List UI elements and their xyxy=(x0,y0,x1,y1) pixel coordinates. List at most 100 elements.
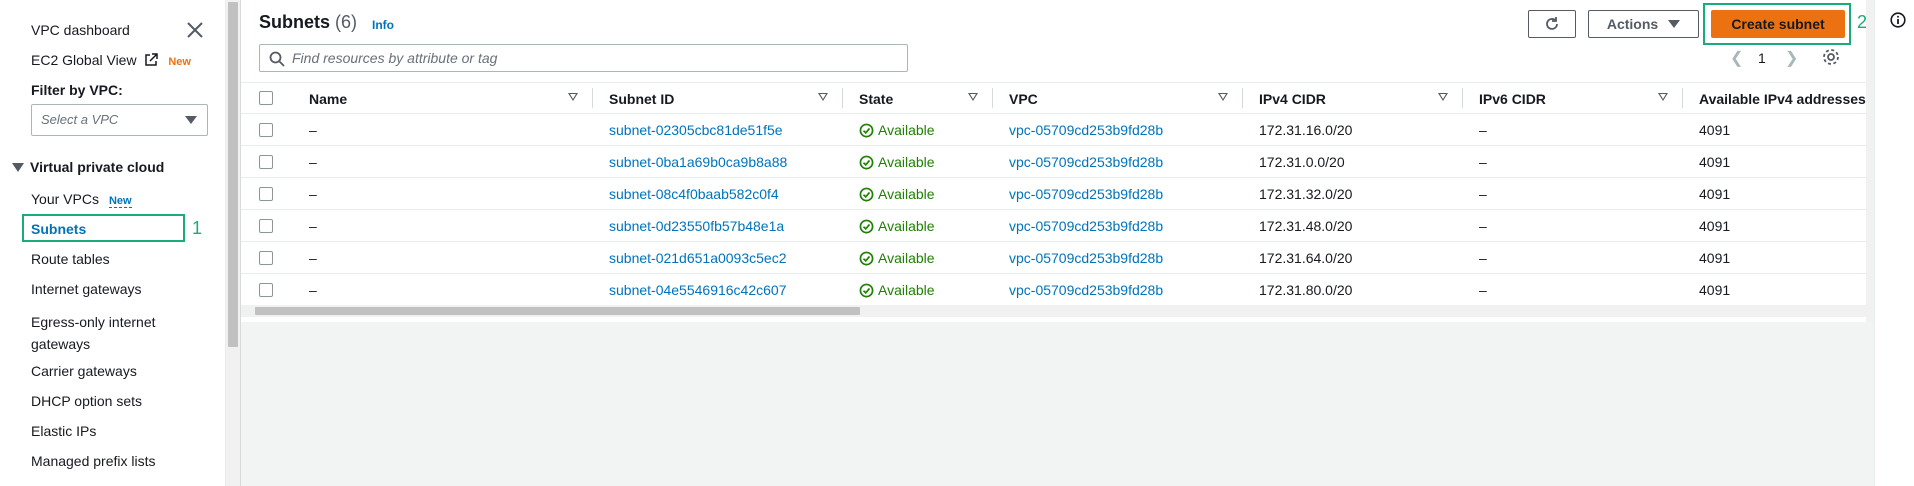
ipv6-cidr-cell: – xyxy=(1479,218,1487,234)
row-checkbox[interactable] xyxy=(259,123,273,137)
subnet-id-link[interactable]: subnet-0d23550fb57b48e1a xyxy=(609,218,784,234)
info-link[interactable]: Info xyxy=(372,18,394,32)
caret-down-icon xyxy=(1668,20,1681,28)
sidebar-item-subnets[interactable]: Subnets xyxy=(31,221,86,237)
sidebar-item-managed-prefix-lists[interactable]: Managed prefix lists xyxy=(31,453,156,469)
vpc-filter-select[interactable]: Select a VPC xyxy=(31,104,208,136)
vpc-link[interactable]: vpc-05709cd253b9fd28b xyxy=(1009,186,1163,202)
vpc-link[interactable]: vpc-05709cd253b9fd28b xyxy=(1009,122,1163,138)
column-resizer[interactable] xyxy=(842,88,843,108)
column-header-ipv4-cidr[interactable]: IPv4 CIDR xyxy=(1259,91,1326,107)
subnet-id-link[interactable]: subnet-021d651a0093c5ec2 xyxy=(609,250,787,266)
page-number[interactable]: 1 xyxy=(1758,50,1766,66)
available-ipv4-cell: 4091 xyxy=(1699,154,1731,170)
sidebar-item-egress-only-internet-gateways[interactable]: Egress-only internet gateways xyxy=(31,311,181,355)
available-ipv4-cell: 4091 xyxy=(1699,186,1731,202)
state-label: Available xyxy=(878,218,935,234)
check-circle-icon xyxy=(859,219,874,234)
previous-page-icon[interactable]: ❮ xyxy=(1730,48,1743,68)
sidebar-scrollbar-thumb[interactable] xyxy=(228,2,238,347)
name-cell: – xyxy=(309,250,317,266)
vpc-dashboard-link[interactable]: VPC dashboard xyxy=(31,22,130,38)
sidebar-item-elastic-ips[interactable]: Elastic IPs xyxy=(31,423,96,439)
state-cell: Available xyxy=(859,218,935,234)
sidebar-item-dhcp-option-sets[interactable]: DHCP option sets xyxy=(31,393,142,409)
refresh-icon xyxy=(1546,17,1558,30)
column-header-state[interactable]: State xyxy=(859,91,893,107)
available-ipv4-cell: 4091 xyxy=(1699,250,1731,266)
horizontal-scrollbar-thumb[interactable] xyxy=(255,307,860,315)
ipv4-cidr-cell: 172.31.0.0/20 xyxy=(1259,154,1345,170)
column-header-name[interactable]: Name xyxy=(309,91,347,107)
close-icon[interactable] xyxy=(185,20,205,40)
refresh-button[interactable] xyxy=(1528,10,1576,38)
vpc-link[interactable]: vpc-05709cd253b9fd28b xyxy=(1009,154,1163,170)
new-badge: New xyxy=(108,195,132,208)
column-resizer[interactable] xyxy=(992,88,993,108)
ec2-global-view-link[interactable]: EC2 Global View New xyxy=(31,52,191,68)
actions-label: Actions xyxy=(1606,16,1659,32)
search-placeholder: Find resources by attribute or tag xyxy=(292,50,498,66)
column-header-subnet-id[interactable]: Subnet ID xyxy=(609,91,674,107)
state-label: Available xyxy=(878,250,935,266)
next-page-icon[interactable]: ❯ xyxy=(1785,48,1798,68)
vpc-link[interactable]: vpc-05709cd253b9fd28b xyxy=(1009,218,1163,234)
row-checkbox[interactable] xyxy=(259,251,273,265)
page-title: Subnets (6) xyxy=(259,12,357,33)
sort-icon[interactable] xyxy=(818,93,828,101)
sort-icon[interactable] xyxy=(1218,93,1228,101)
sort-icon[interactable] xyxy=(1438,93,1448,101)
name-cell: – xyxy=(309,122,317,138)
caret-down-icon xyxy=(185,116,197,124)
table-vertical-scrollbar[interactable] xyxy=(1866,0,1874,322)
settings-icon[interactable] xyxy=(1822,48,1840,66)
step-number-1: 1 xyxy=(192,218,203,238)
column-resizer[interactable] xyxy=(592,88,593,108)
column-resizer[interactable] xyxy=(1462,88,1463,108)
sort-icon[interactable] xyxy=(568,93,578,101)
column-header-vpc[interactable]: VPC xyxy=(1009,91,1038,107)
table-header xyxy=(241,82,1866,114)
ipv4-cidr-cell: 172.31.64.0/20 xyxy=(1259,250,1353,266)
info-icon[interactable] xyxy=(1890,12,1906,28)
subnet-id-link[interactable]: subnet-02305cbc81de51f5e xyxy=(609,122,783,138)
vpc-filter-placeholder: Select a VPC xyxy=(41,112,119,127)
column-header-available-ipv4[interactable]: Available IPv4 addresses xyxy=(1699,91,1866,107)
sort-icon[interactable] xyxy=(968,93,978,101)
name-cell: – xyxy=(309,186,317,202)
sidebar-item-carrier-gateways[interactable]: Carrier gateways xyxy=(31,363,137,379)
ipv6-cidr-cell: – xyxy=(1479,154,1487,170)
row-checkbox[interactable] xyxy=(259,187,273,201)
column-resizer[interactable] xyxy=(1242,88,1243,108)
check-circle-icon xyxy=(859,187,874,202)
ipv6-cidr-cell: – xyxy=(1479,122,1487,138)
sidebar-item-your-vpcs[interactable]: Your VPCs New xyxy=(31,191,132,208)
sidebar: VPC dashboard EC2 Global View New Filter… xyxy=(0,0,226,486)
subnet-id-link[interactable]: subnet-08c4f0baab582c0f4 xyxy=(609,186,779,202)
new-badge: New xyxy=(168,56,191,68)
ipv6-cidr-cell: – xyxy=(1479,186,1487,202)
row-checkbox[interactable] xyxy=(259,283,273,297)
search-input[interactable]: Find resources by attribute or tag xyxy=(259,44,908,72)
column-header-ipv6-cidr[interactable]: IPv6 CIDR xyxy=(1479,91,1546,107)
vpc-link[interactable]: vpc-05709cd253b9fd28b xyxy=(1009,282,1163,298)
sidebar-item-internet-gateways[interactable]: Internet gateways xyxy=(31,281,142,297)
row-checkbox[interactable] xyxy=(259,155,273,169)
external-link-icon xyxy=(145,53,159,66)
state-label: Available xyxy=(878,122,935,138)
check-circle-icon xyxy=(859,155,874,170)
subnet-id-link[interactable]: subnet-0ba1a69b0ca9b8a88 xyxy=(609,154,787,170)
row-checkbox[interactable] xyxy=(259,219,273,233)
column-resizer[interactable] xyxy=(1682,88,1683,108)
select-all-checkbox[interactable] xyxy=(259,91,273,105)
sidebar-item-route-tables[interactable]: Route tables xyxy=(31,251,110,267)
vpc-link[interactable]: vpc-05709cd253b9fd28b xyxy=(1009,250,1163,266)
available-ipv4-cell: 4091 xyxy=(1699,122,1731,138)
actions-dropdown-button[interactable]: Actions xyxy=(1588,10,1699,38)
sort-icon[interactable] xyxy=(1658,93,1668,101)
available-ipv4-cell: 4091 xyxy=(1699,218,1731,234)
subnet-id-link[interactable]: subnet-04e5546916c42c607 xyxy=(609,282,787,298)
create-subnet-button[interactable]: Create subnet xyxy=(1711,10,1845,38)
virtual-private-cloud-section[interactable]: Virtual private cloud xyxy=(12,159,164,175)
state-cell: Available xyxy=(859,282,935,298)
